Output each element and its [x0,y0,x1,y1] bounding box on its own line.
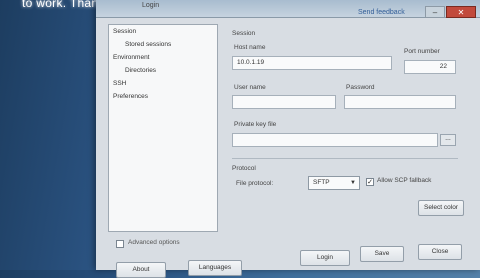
login-button[interactable]: Login [300,250,350,266]
private-key-browse-button[interactable]: … [440,134,456,146]
navigation-tree: Session Stored sessions Environment Dire… [108,24,218,232]
file-protocol-select[interactable]: SFTP ▼ [308,176,360,190]
port-number-input[interactable]: 22 [404,60,456,74]
close-icon: ✕ [457,8,465,17]
close-window-button[interactable]: ✕ [446,6,476,18]
minimize-button[interactable]: – [425,6,445,18]
advanced-options-checkbox[interactable] [116,240,124,248]
private-key-label: Private key file [234,121,277,128]
tree-item-preferences[interactable]: Preferences [113,93,148,100]
session-group-label: Session [232,30,256,37]
file-protocol-value: SFTP [313,179,330,186]
languages-button[interactable]: Languages [188,260,242,276]
allow-scp-fallback-checkbox[interactable]: ✓ [366,178,374,186]
password-label: Password [346,84,375,91]
tree-item-ssh[interactable]: SSH [113,80,126,87]
host-name-input[interactable]: 10.0.1.19 [232,56,392,70]
send-feedback-link[interactable]: Send feedback [358,9,405,16]
tree-item-stored-sessions[interactable]: Stored sessions [125,41,171,48]
ellipsis-icon: … [445,136,451,142]
advanced-options-label: Advanced options [128,239,180,246]
close-button[interactable]: Close [418,244,462,260]
select-color-button[interactable]: Select color [418,200,464,216]
tree-item-directories[interactable]: Directories [125,67,156,74]
user-name-input[interactable] [232,95,336,109]
protocol-group-label: Protocol [232,165,256,172]
title-bar[interactable]: Login Send feedback – ✕ [96,0,480,18]
allow-scp-fallback-label: Allow SCP fallback [377,177,432,184]
window-title: Login [142,2,160,9]
host-name-label: Host name [234,44,266,51]
password-input[interactable] [344,95,456,109]
save-button[interactable]: Save [360,246,404,262]
file-protocol-label: File protocol: [236,180,274,187]
tree-item-session[interactable]: Session [113,28,136,35]
about-button[interactable]: About [116,262,166,278]
section-divider [232,158,458,159]
login-dialog: Login Send feedback – ✕ Session Stored s… [96,0,480,278]
minimize-icon: – [432,8,438,17]
port-number-label: Port number [404,48,440,55]
tree-item-environment[interactable]: Environment [113,54,150,61]
user-name-label: User name [234,84,266,91]
private-key-input[interactable] [232,133,438,147]
chevron-down-icon: ▼ [350,180,356,186]
